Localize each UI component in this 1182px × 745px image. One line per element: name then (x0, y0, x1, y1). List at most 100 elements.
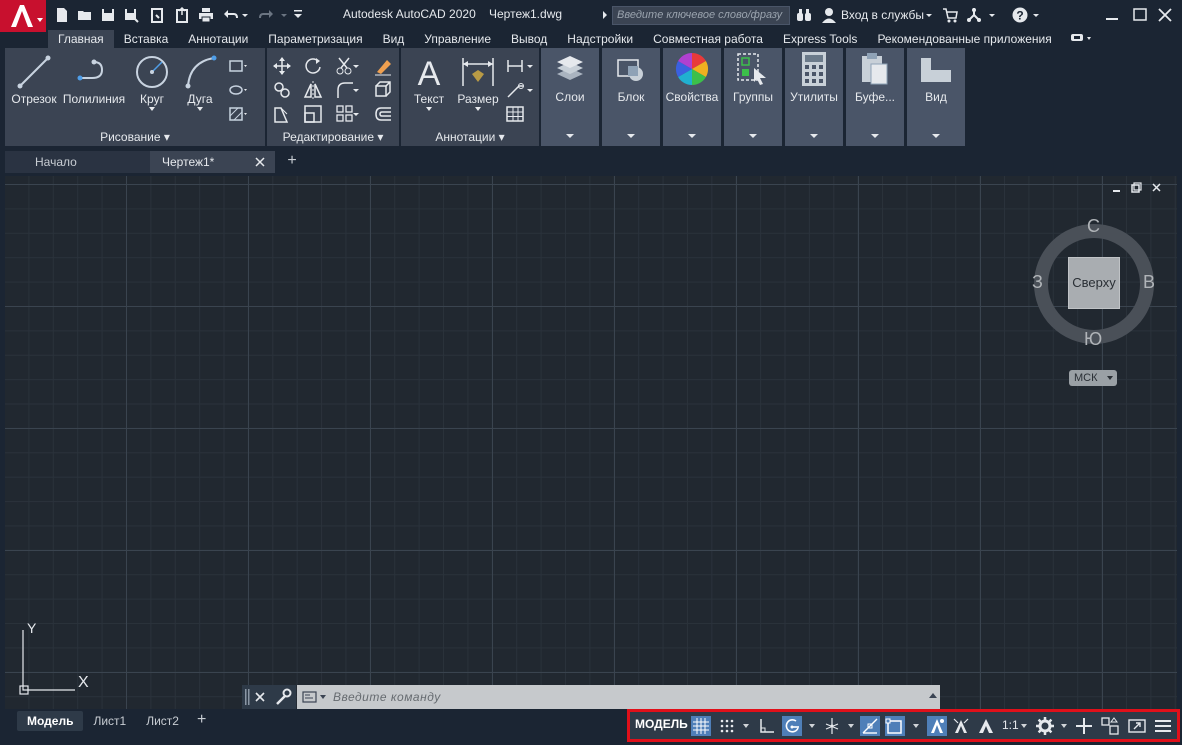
properties-panel[interactable]: Свойства (663, 48, 721, 146)
annotation-panel-title[interactable]: Аннотации ▾ (401, 130, 539, 144)
view-panel[interactable]: Вид (907, 48, 965, 146)
command-history-up-icon[interactable] (929, 693, 937, 699)
full-screen-icon[interactable] (1127, 716, 1147, 736)
annotation-scale-value[interactable]: 1:1 (1002, 718, 1019, 732)
view-dropdown-icon[interactable] (932, 134, 940, 138)
undo-dropdown-icon[interactable] (241, 7, 257, 23)
tab-home[interactable]: Главная (48, 30, 114, 48)
erase-icon[interactable] (373, 56, 393, 76)
close-tab-icon[interactable] (255, 157, 265, 167)
undo-icon[interactable] (223, 7, 239, 23)
object-snap-icon[interactable] (885, 716, 905, 736)
scale-dropdown-icon[interactable] (1021, 724, 1027, 728)
command-input[interactable]: Введите команду (297, 685, 940, 709)
line-tool[interactable]: Отрезок (8, 54, 60, 106)
table-icon[interactable] (505, 104, 525, 124)
workspace-dropdown-icon[interactable] (1061, 724, 1067, 728)
share-icon[interactable] (174, 6, 190, 23)
arc-tool[interactable]: Дуга (178, 54, 222, 111)
groups-panel[interactable]: Группы (724, 48, 782, 146)
polar-tracking-icon[interactable] (782, 716, 802, 736)
new-tab-plus-icon[interactable]: + (283, 153, 301, 170)
application-menu-button[interactable] (0, 0, 46, 32)
search-input[interactable]: Введите ключевое слово/фразу (612, 6, 790, 25)
tab-addins[interactable]: Надстройки (557, 30, 643, 48)
tab-insert[interactable]: Вставка (114, 30, 179, 48)
layout-tab-sheet2[interactable]: Лист2 (136, 711, 189, 731)
redo-icon[interactable] (258, 7, 274, 23)
tab-collaborate[interactable]: Совместная работа (643, 30, 773, 48)
layout-tab-model[interactable]: Модель (17, 711, 84, 731)
recent-commands-icon[interactable] (302, 691, 328, 703)
layout-tab-sheet1[interactable]: Лист1 (83, 711, 136, 731)
array-3d-icon[interactable] (373, 80, 393, 100)
hatch-gradient-icon[interactable] (227, 80, 247, 100)
a360-dropdown-icon[interactable] (988, 7, 996, 23)
annotation-scale-icon[interactable] (976, 716, 996, 736)
fillet-dropdown-icon[interactable] (351, 80, 361, 100)
leader-icon[interactable] (505, 80, 525, 100)
annotation-visibility-icon[interactable] (927, 716, 947, 736)
save-icon[interactable] (100, 7, 116, 23)
ribbon-options-icon[interactable] (1070, 31, 1094, 47)
draw-panel-title[interactable]: Рисование ▾ (5, 130, 265, 144)
clipboard-panel[interactable]: Буфе... (846, 48, 904, 146)
isolate-objects-icon[interactable] (1100, 716, 1120, 736)
leader-dropdown-icon[interactable] (525, 80, 535, 100)
annotation-autoscale-icon[interactable] (951, 716, 971, 736)
user-icon[interactable] (821, 7, 837, 23)
viewcube-top-face[interactable]: Сверху (1068, 257, 1120, 309)
dimension-dropdown-icon[interactable] (475, 107, 481, 111)
polyline-tool[interactable]: Полилиния (60, 54, 128, 106)
customization-menu-icon[interactable] (1153, 716, 1173, 736)
modify-panel-title[interactable]: Редактирование ▾ (267, 130, 399, 144)
binoculars-icon[interactable] (796, 7, 812, 23)
tab-parametric[interactable]: Параметризация (258, 30, 372, 48)
search-expand-icon[interactable] (601, 7, 609, 23)
help-dropdown-icon[interactable] (1032, 7, 1040, 23)
close-command-icon[interactable] (255, 692, 265, 702)
linear-dimension-dropdown-icon[interactable] (525, 56, 535, 76)
viewcube-west[interactable]: З (1032, 272, 1043, 293)
tab-view[interactable]: Вид (373, 30, 415, 48)
viewcube-south[interactable]: Ю (1084, 329, 1102, 350)
layers-panel[interactable]: Слои (541, 48, 599, 146)
tab-featured-apps[interactable]: Рекомендованные приложения (867, 30, 1061, 48)
file-tab-start[interactable]: Начало (5, 151, 150, 173)
tab-output[interactable]: Вывод (501, 30, 557, 48)
groups-dropdown-icon[interactable] (749, 134, 757, 138)
file-tab-drawing[interactable]: Чертеж1* (150, 151, 275, 173)
array-dropdown-icon[interactable] (351, 104, 361, 124)
command-line-handle[interactable] (242, 685, 296, 709)
drawing-canvas[interactable] (5, 176, 1177, 709)
grid-icon[interactable] (691, 716, 711, 736)
print-icon[interactable] (198, 7, 214, 23)
object-snap-dropdown-icon[interactable] (913, 724, 919, 728)
offset-icon[interactable] (373, 104, 393, 124)
snap-dropdown-icon[interactable] (743, 724, 749, 728)
viewport-minimize-icon[interactable] (1113, 190, 1120, 192)
clipboard-dropdown-icon[interactable] (871, 134, 879, 138)
minimize-icon[interactable] (1103, 6, 1121, 24)
save-as-icon[interactable] (123, 7, 139, 23)
open-folder-icon[interactable] (77, 7, 93, 23)
object-snap-tracking-icon[interactable] (860, 716, 880, 736)
sign-in-link[interactable]: Вход в службы (841, 8, 924, 22)
viewcube-north[interactable]: С (1087, 216, 1100, 237)
help-icon[interactable]: ? (1012, 7, 1028, 23)
isometric-dropdown-icon[interactable] (848, 724, 854, 728)
linear-dimension-icon[interactable] (505, 56, 525, 76)
viewport-close-icon[interactable] (1152, 183, 1161, 192)
circle-tool[interactable]: Круг (130, 54, 174, 111)
drag-grip-icon[interactable] (245, 689, 250, 705)
viewcube-east[interactable]: В (1143, 272, 1155, 293)
add-layout-plus-icon[interactable]: + (189, 711, 214, 731)
new-file-icon[interactable] (54, 7, 70, 23)
scale-icon[interactable] (303, 104, 323, 124)
block-panel[interactable]: Блок (602, 48, 660, 146)
viewport-restore-icon[interactable] (1131, 182, 1142, 193)
block-dropdown-icon[interactable] (627, 134, 635, 138)
rotate-icon[interactable] (303, 56, 323, 76)
workspace-gear-icon[interactable] (1035, 716, 1055, 736)
annotation-monitor-plus-icon[interactable] (1074, 716, 1094, 736)
